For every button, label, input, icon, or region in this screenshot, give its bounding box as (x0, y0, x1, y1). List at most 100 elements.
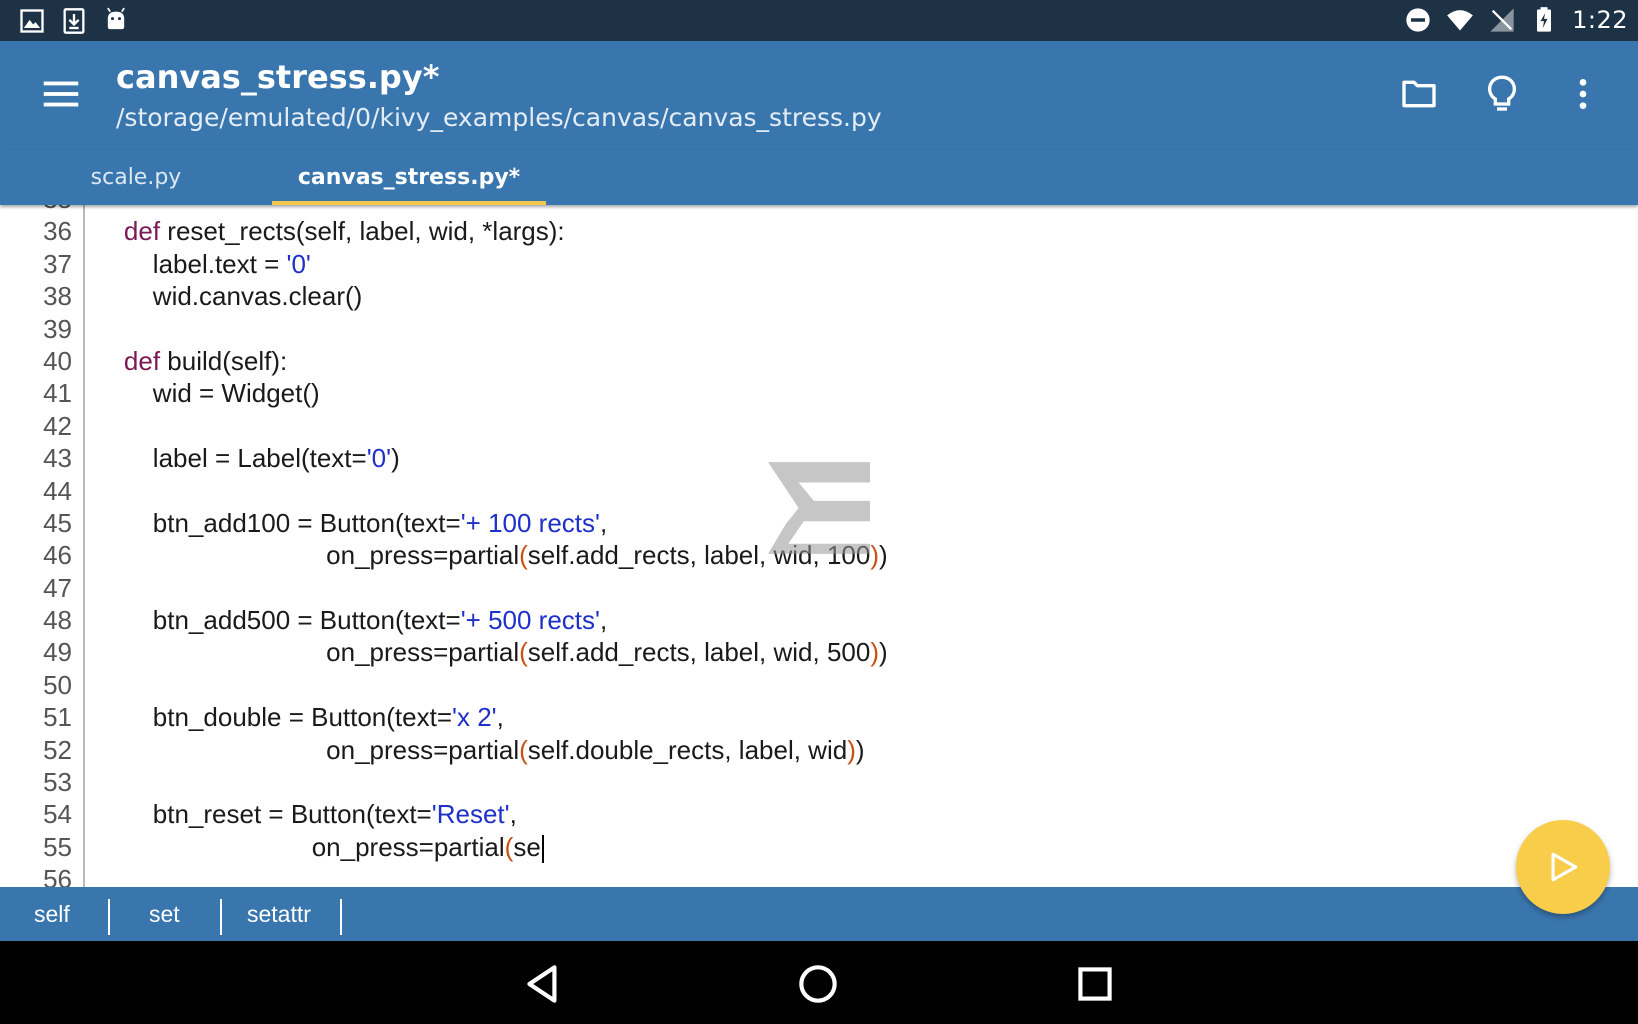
code-line[interactable]: on_press=partial(se (95, 831, 1595, 863)
code-token: btn_double = Button(text= (95, 702, 453, 733)
no-signal-icon (1490, 8, 1514, 32)
code-token: ) (855, 734, 865, 765)
code-token: label = Label(text= (95, 443, 367, 474)
code-token: build(self): (160, 345, 288, 376)
code-token: reset_rects(self, label, wid, *largs): (160, 216, 565, 247)
code-line[interactable]: def reset_rects(self, label, wid, *largs… (95, 215, 1595, 247)
code-token: on_press=partial (95, 831, 505, 862)
run-button[interactable] (1516, 820, 1610, 914)
lightbulb-icon (1488, 75, 1516, 111)
code-token: , (599, 605, 608, 636)
tab-scale-py[interactable]: scale.py (40, 150, 232, 205)
code-line[interactable] (95, 205, 1595, 215)
code-token: , (496, 702, 504, 733)
recents-icon (1078, 967, 1112, 1001)
tab-bar: scale.py canvas_stress.py* (0, 150, 1638, 205)
suggestion-self[interactable]: self (34, 887, 70, 941)
code-line[interactable] (95, 863, 1595, 887)
line-number: 35 (0, 205, 72, 215)
code-token: on_press=partial (95, 734, 520, 765)
paren-token: ) (870, 637, 880, 668)
code-line[interactable] (95, 766, 1595, 798)
line-number: 40 (43, 345, 72, 376)
string-token: '+ 100 rects' (460, 507, 600, 538)
code-line[interactable] (95, 313, 1595, 345)
line-number: 48 (43, 605, 72, 636)
back-button[interactable] (519, 959, 569, 1009)
battery-charging-icon (1537, 7, 1552, 32)
file-title: canvas_stress.py* (116, 58, 440, 96)
code-line[interactable]: btn_add500 = Button(text='+ 500 rects', (95, 604, 1595, 636)
code-token: self.double_rects, label, wid (527, 734, 848, 765)
suggestion-setattr[interactable]: setattr (247, 887, 311, 941)
paren-token: ( (519, 637, 528, 668)
line-number: 49 (43, 637, 72, 668)
code-line[interactable]: wid = Widget() (95, 377, 1595, 409)
line-number: 47 (43, 572, 72, 603)
code-line[interactable] (95, 669, 1595, 701)
tab-canvas-stress-py[interactable]: canvas_stress.py* (272, 150, 546, 205)
hint-button[interactable] (1477, 69, 1527, 119)
code-token: wid = Widget() (95, 378, 320, 409)
image-icon (20, 9, 44, 33)
code-line[interactable]: btn_reset = Button(text='Reset', (95, 798, 1595, 830)
file-path: /storage/emulated/0/kivy_examples/canvas… (116, 103, 882, 132)
line-number: 53 (43, 767, 72, 798)
code-line[interactable]: on_press=partial(self.double_rects, labe… (95, 734, 1595, 766)
line-number: 46 (43, 540, 72, 571)
code-line[interactable]: wid.canvas.clear() (95, 280, 1595, 312)
active-tab-indicator (272, 201, 546, 205)
code-token: ) (391, 443, 400, 474)
string-token: 'x 2' (452, 702, 497, 733)
code-line[interactable] (95, 572, 1595, 604)
overflow-menu-button[interactable] (1558, 69, 1608, 119)
code-token: btn_reset = Button(text= (95, 799, 432, 830)
suggestion-divider (220, 899, 222, 935)
line-number: 54 (43, 799, 72, 830)
navigation-bar (0, 941, 1638, 1024)
string-token: 'Reset' (431, 799, 510, 830)
folder-icon (1402, 80, 1436, 108)
code-token: ) (879, 637, 888, 668)
hamburger-menu-icon (43, 81, 79, 107)
paren-token: ) (870, 540, 880, 571)
line-number: 50 (43, 669, 72, 700)
code-token: se (513, 831, 541, 862)
home-icon (799, 965, 837, 1003)
keyword-token: def (123, 216, 161, 247)
line-number: 45 (43, 507, 72, 538)
code-token: btn_add500 = Button(text= (95, 605, 461, 636)
do-not-disturb-icon (1406, 8, 1430, 32)
line-number: 38 (43, 281, 72, 312)
line-number: 39 (43, 313, 72, 344)
code-line[interactable]: def build(self): (95, 345, 1595, 377)
line-number: 41 (43, 378, 72, 409)
recents-button[interactable] (1070, 959, 1120, 1009)
code-line[interactable]: on_press=partial(self.add_rects, label, … (95, 636, 1595, 668)
string-token: '0' (286, 248, 311, 279)
suggestion-set[interactable]: set (149, 887, 180, 941)
line-number: 44 (43, 475, 72, 506)
text-cursor (541, 834, 544, 863)
overflow-menu-icon (1579, 79, 1587, 109)
code-line[interactable]: label.text = '0' (95, 248, 1595, 280)
code-line[interactable]: btn_double = Button(text='x 2', (95, 701, 1595, 733)
tab-label: scale.py (90, 165, 182, 190)
code-token: , (599, 507, 608, 538)
menu-button[interactable] (38, 71, 84, 117)
line-number: 55 (43, 831, 72, 862)
home-button[interactable] (793, 959, 843, 1009)
code-token: ) (879, 540, 888, 571)
code-token: wid.canvas.clear() (95, 281, 363, 312)
autocomplete-bar: self set setattr (0, 887, 1638, 941)
line-number: 43 (43, 443, 72, 474)
play-icon (1551, 852, 1578, 882)
watermark-logo (768, 462, 870, 554)
paren-token: ( (519, 540, 528, 571)
code-token: , (509, 799, 517, 830)
line-number: 56 (43, 864, 72, 887)
code-line[interactable] (95, 410, 1595, 442)
string-token: '0' (366, 443, 392, 474)
open-folder-button[interactable] (1394, 69, 1444, 119)
